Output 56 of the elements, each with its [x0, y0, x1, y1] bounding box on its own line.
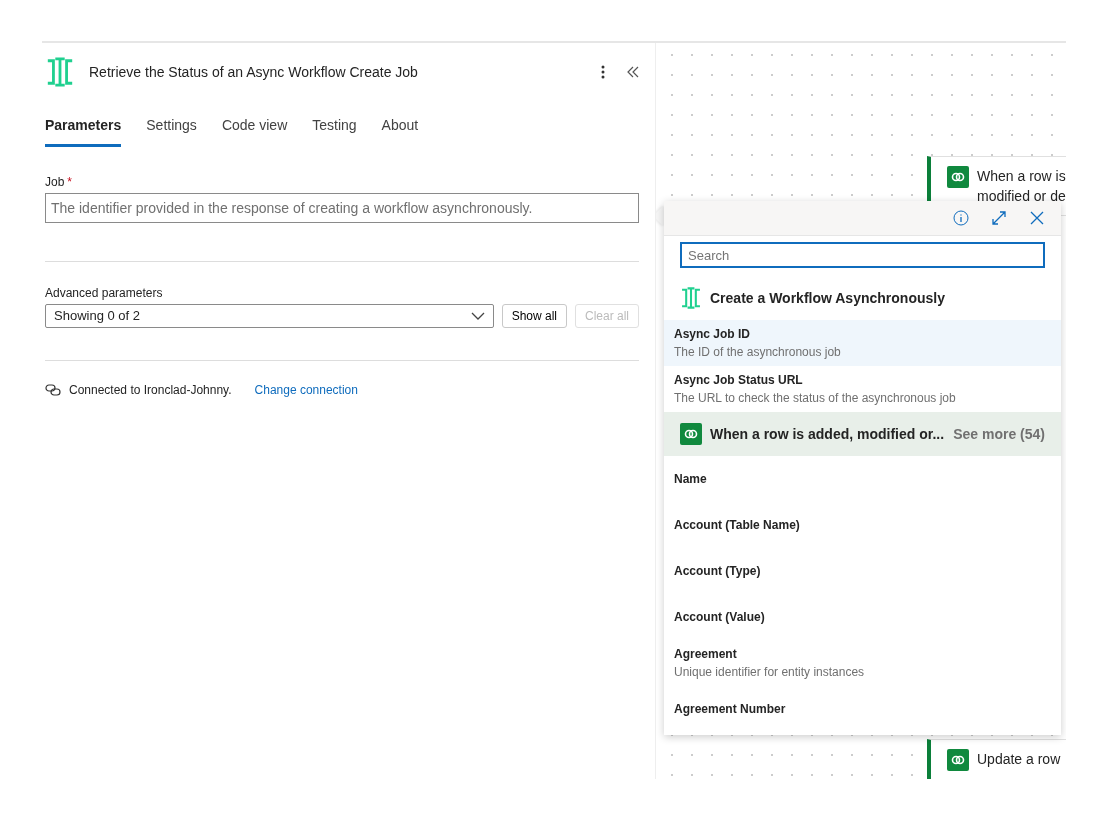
more-icon[interactable]	[601, 65, 605, 79]
tab[interactable]: About	[381, 115, 419, 147]
panel-title: Retrieve the Status of an Async Workflow Create Job	[89, 62, 419, 82]
token-item[interactable]: Agreement Unique identifier for entity instances	[664, 640, 1061, 686]
dropdown-value: Showing 0 of 2	[54, 307, 140, 326]
token-item[interactable]: Name	[664, 456, 1061, 502]
token-item[interactable]: Account (Table Name)	[664, 502, 1061, 548]
token-name: Name	[674, 471, 708, 488]
brackets-icon	[680, 287, 702, 309]
link-icon	[45, 384, 61, 396]
token-name: Account (Value)	[674, 609, 766, 626]
dataverse-icon	[947, 749, 969, 771]
dropdown-field[interactable]: Showing 0 of 2	[45, 304, 494, 328]
see-more-link[interactable]: See more (54)	[953, 423, 1045, 445]
group-title: When a row is added, modified or...	[710, 424, 946, 444]
token-name: Async Job Status URL	[674, 372, 804, 389]
tab[interactable]: Code view	[221, 115, 288, 147]
tab[interactable]: Settings	[146, 115, 197, 147]
node-title: Update a row	[977, 750, 1061, 769]
field-label: Advanced parameters	[45, 285, 164, 302]
job-field[interactable]: The identifier provided in the response of creating a workflow asynchronously.	[45, 193, 639, 223]
group-title: Create a Workflow Asynchronously	[710, 288, 946, 308]
close-icon[interactable]	[1029, 210, 1045, 226]
token-name: Agreement Number	[674, 701, 787, 718]
token-item[interactable]: Async Job ID The ID of the asynchronous job	[664, 320, 1061, 366]
token-name: Account (Table Name)	[674, 517, 801, 534]
token-name: Agreement	[674, 646, 738, 663]
required-mark: *	[67, 175, 73, 189]
brackets-icon	[45, 57, 75, 87]
connection-text: Connected to Ironclad-Johnny.	[69, 382, 232, 399]
node-title: modified or de	[977, 187, 1066, 206]
field-label: Job	[45, 175, 65, 189]
group-header[interactable]: When a row is added, modified or... See more (54)	[664, 412, 1061, 456]
collapse-icon[interactable]	[627, 66, 639, 78]
node-title: When a row is	[977, 167, 1066, 186]
chevron-icon	[470, 312, 485, 320]
tab[interactable]: Parameters	[45, 115, 122, 147]
token-description: Unique identifier for entity instances	[674, 664, 866, 681]
info-icon[interactable]	[953, 210, 969, 226]
group-header[interactable]: Create a Workflow Asynchronously	[664, 276, 1061, 320]
token-item[interactable]: Agreement Number	[664, 686, 1061, 732]
token-description: The ID of the asynchronous job	[674, 344, 842, 361]
dataverse-icon	[947, 166, 969, 188]
dataverse-icon	[680, 423, 702, 445]
show-all-button[interactable]: Show all	[501, 304, 567, 328]
search-field[interactable]: Search	[680, 242, 1045, 268]
change-connection-link[interactable]: Change connection	[254, 381, 358, 399]
token-item[interactable]: Async Job Status URL The URL to check the status of the asynchronous job	[664, 366, 1061, 412]
expand-icon[interactable]	[991, 210, 1007, 226]
token-name: Account (Type)	[674, 563, 762, 580]
token-item[interactable]: Account (Type)	[664, 548, 1061, 594]
node-card[interactable]: Update a row	[927, 739, 1066, 779]
token-name: Async Job ID	[674, 326, 752, 343]
tab[interactable]: Testing	[312, 115, 357, 147]
token-description: The URL to check the status of the asynchronous job	[674, 390, 957, 407]
token-item[interactable]: Account (Value)	[664, 594, 1061, 640]
